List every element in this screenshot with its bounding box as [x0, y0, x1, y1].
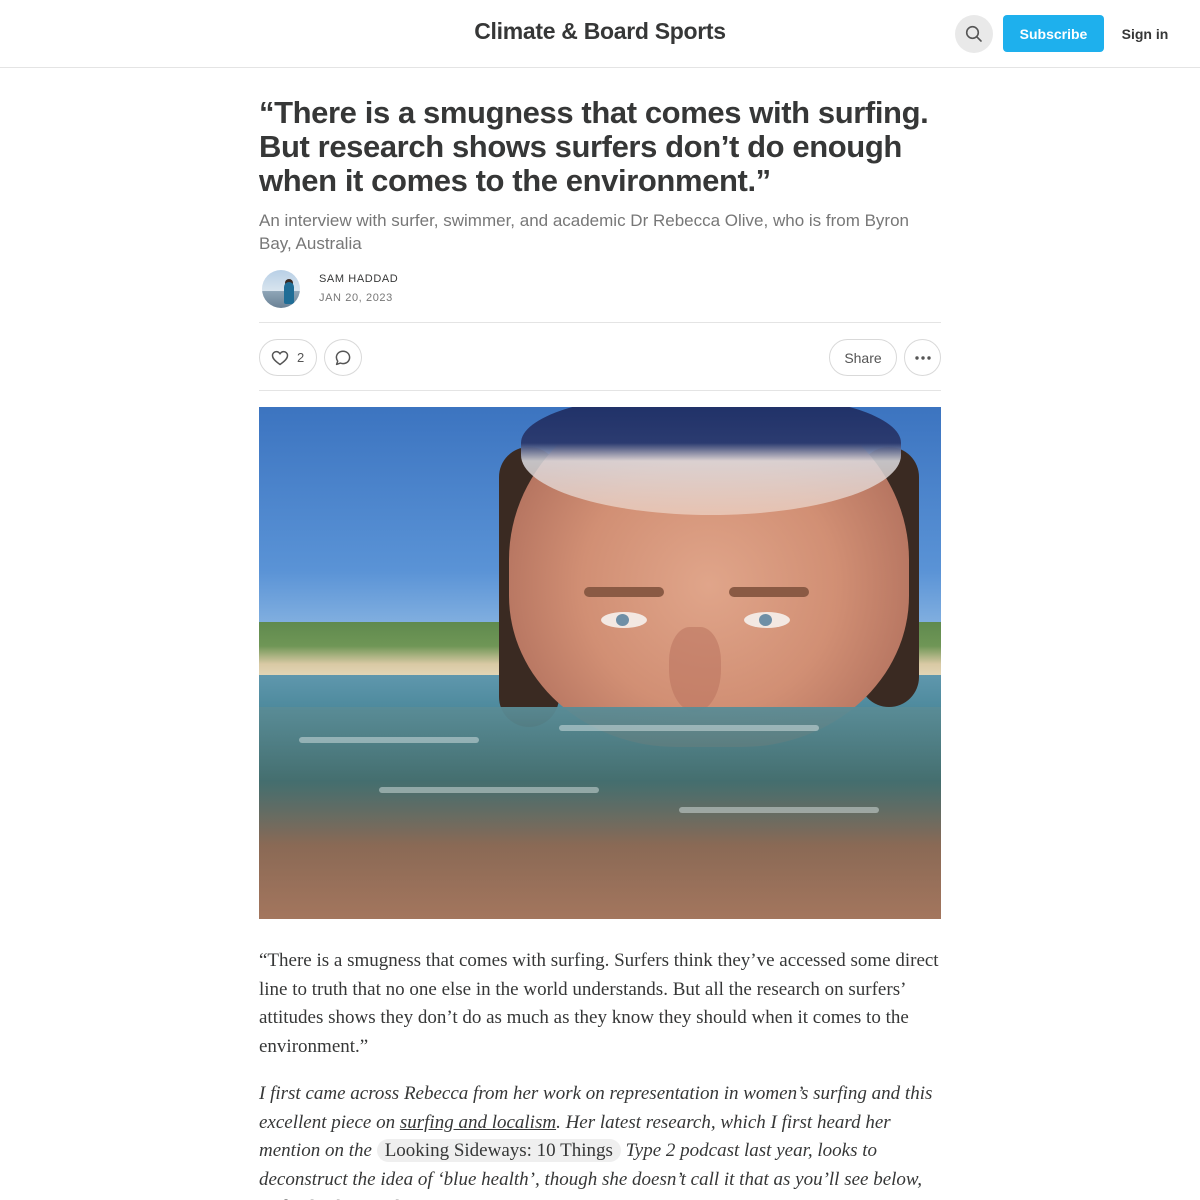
- hero-eye-right-shape: [744, 612, 790, 628]
- post-date: JAN 20, 2023: [319, 292, 393, 304]
- hero-ripple-shape: [379, 787, 599, 793]
- author-name[interactable]: SAM HADDAD: [319, 273, 398, 285]
- post-title: “There is a smugness that comes with sur…: [259, 95, 929, 198]
- search-button[interactable]: [955, 15, 993, 53]
- hero-image[interactable]: [259, 407, 941, 919]
- hero-ripple-shape: [679, 807, 879, 813]
- subscribe-button[interactable]: Subscribe: [1003, 15, 1104, 52]
- surfing-localism-link[interactable]: surfing and localism: [400, 1112, 556, 1133]
- post-subtitle: An interview with surfer, swimmer, and a…: [259, 211, 910, 253]
- podcast-pill[interactable]: Looking Sideways: 10 Things: [376, 1139, 621, 1162]
- heart-icon: [271, 350, 289, 365]
- hero-brow-right-shape: [729, 587, 809, 597]
- like-count: 2: [297, 350, 305, 365]
- share-button[interactable]: Share: [829, 339, 897, 376]
- hero-ripple-shape: [559, 725, 819, 731]
- body-paragraph-quote: “There is a smugness that comes with sur…: [259, 950, 939, 1057]
- post-actions: 2 Share: [259, 322, 941, 391]
- hero-eye-left-shape: [601, 612, 647, 628]
- hero-nose-shape: [669, 627, 721, 712]
- search-icon: [965, 25, 982, 42]
- hero-brow-left-shape: [584, 587, 664, 597]
- hero-ripple-shape: [299, 737, 479, 743]
- body-paragraph-intro: I first came across Rebecca from her wor…: [259, 1080, 941, 1200]
- sign-in-button[interactable]: Sign in: [1114, 15, 1176, 52]
- comment-icon: [335, 349, 351, 365]
- more-options-button[interactable]: [904, 339, 941, 376]
- avatar[interactable]: [262, 270, 300, 308]
- comment-button[interactable]: [324, 339, 362, 376]
- top-bar: Climate & Board Sports Subscribe Sign in: [0, 0, 1200, 68]
- byline: SAM HADDAD JAN 20, 2023: [259, 269, 941, 319]
- more-icon: [914, 355, 931, 360]
- like-button[interactable]: 2: [259, 339, 317, 376]
- avatar-figure-shape: [284, 282, 294, 304]
